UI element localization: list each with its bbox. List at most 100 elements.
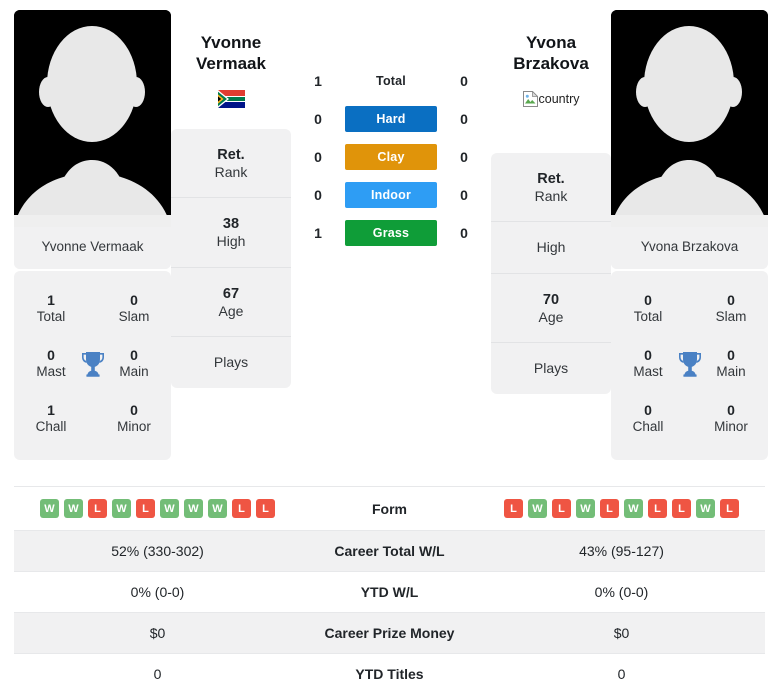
table-row-prize: $0 Career Prize Money $0 [14,612,765,653]
left-name-column: Yvonne Vermaak Ret. Rank 38 High 67 Age … [171,10,291,388]
form-badge: W [576,499,595,518]
right-ytd-titles-value: 0 [617,666,626,682]
right-titles-total: 0 Total [625,292,671,326]
surface-row-hard: 0 Hard 0 [291,106,491,132]
left-titles-card: 1 Total 0 Slam 0 Mast 0 Main 1 Chall 0 M… [14,271,171,461]
trophy-icon [76,350,110,377]
surface-label-total: Total [376,74,406,88]
left-titles-mast: 0 Mast [28,347,74,381]
table-label-career-wl: Career Total W/L [334,543,445,559]
right-titles-slam-value: 0 [727,291,735,308]
right-titles-slam-label: Slam [715,309,747,324]
surface-row-grass: 1 Grass 0 [291,220,491,246]
left-rank-current: Ret. Rank [171,129,291,198]
left-player-photo-card: Yvonne Vermaak [14,10,171,270]
right-titles-minor-value: 0 [727,401,735,418]
flag-icon [217,89,245,108]
broken-image-icon: country [522,90,580,107]
surface-badge-hard[interactable]: Hard [345,106,437,132]
person-silhouette-icon [14,10,171,227]
left-rank-card: Ret. Rank 38 High 67 Age Plays [171,128,291,388]
stats-table: WWLWLWWWLL Form LWLWLWLLWL 52% (330-302)… [14,486,765,694]
right-rank-age: 70 Age [491,272,611,343]
form-badge: L [504,499,523,518]
left-surface-hard-value: 0 [314,111,322,127]
surface-row-total: 1 Total 0 [291,68,491,94]
left-surface-clay-value: 0 [314,149,322,165]
form-badge: W [184,499,203,518]
right-titles-row-2: 0 Mast 0 Main [617,336,762,391]
surface-badge-indoor[interactable]: Indoor [345,182,437,208]
right-player-name[interactable]: Yvona Brzakova [491,32,611,75]
left-rank-age-label: Age [218,302,244,319]
left-titles-total-label: Total [36,309,66,324]
right-titles-row-3: 0 Chall 0 Minor [617,391,762,446]
surface-comparison-column: 1 Total 0 0 Hard 0 0 Clay 0 0 Indoor 0 1 [291,10,491,258]
left-titles-chall-value: 1 [47,401,55,418]
left-titles-row-2: 0 Mast 0 Main [20,336,165,391]
left-titles-total-value: 1 [47,291,55,308]
left-surface-grass-value: 1 [314,225,322,241]
left-rank-plays: Plays [171,336,291,388]
right-titles-mast: 0 Mast [625,347,671,381]
left-titles-minor-label: Minor [117,419,151,434]
player-comparison-page: Yvonne Vermaak 1 Total 0 Slam 0 Mast 0 M… [0,0,779,699]
right-player-photo-name: Yvona Brzakova [611,227,768,270]
left-player-photo [14,10,171,227]
right-titles-card: 0 Total 0 Slam 0 Mast 0 Main 0 Chall 0 M… [611,271,768,461]
right-player-first-name: Yvona [525,33,577,52]
person-silhouette-icon [611,10,768,227]
left-titles-slam-value: 0 [130,291,138,308]
left-titles-row-3: 1 Chall 0 Minor [20,391,165,446]
right-rank-plays-label: Plays [533,360,569,377]
form-badge: L [136,499,155,518]
right-rank-card: Ret. Rank High 70 Age Plays [491,152,611,394]
form-badge: W [160,499,179,518]
table-row-form: WWLWLWWWLL Form LWLWLWLLWL [14,486,765,530]
form-badge: L [720,499,739,518]
form-badge: L [600,499,619,518]
left-rank-high-label: High [216,233,246,250]
right-surface-grass-value: 0 [460,225,468,241]
left-rank-age-value: 67 [222,285,240,302]
left-titles-main-value: 0 [130,346,138,363]
surface-badge-clay[interactable]: Clay [345,144,437,170]
left-player-name[interactable]: Yvonne Vermaak [171,32,291,75]
right-ytd-wl-value: 0% (0-0) [594,584,649,600]
right-country-flag-wrap: country [491,87,611,111]
left-player-first-name: Yvonne [200,33,262,52]
left-titles-chall: 1 Chall [28,402,74,436]
left-form-badges: WWLWLWWWLL [40,499,275,518]
right-player-photo [611,10,768,227]
form-badge: L [256,499,275,518]
right-rank-current: Ret. Rank [491,153,611,222]
form-badge: W [624,499,643,518]
form-badge: W [528,499,547,518]
right-titles-chall: 0 Chall [625,402,671,436]
form-badge: L [88,499,107,518]
right-titles-total-value: 0 [644,291,652,308]
comparison-header: Yvonne Vermaak 1 Total 0 Slam 0 Mast 0 M… [0,0,779,461]
right-form-cell: LWLWLWLLWL [478,499,765,518]
table-label-ytd-wl: YTD W/L [360,584,419,600]
right-titles-main-label: Main [716,364,746,379]
table-row-ytd-wl: 0% (0-0) YTD W/L 0% (0-0) [14,571,765,612]
form-badge: W [64,499,83,518]
right-titles-row-1: 0 Total 0 Slam [617,281,762,336]
left-titles-mast-label: Mast [36,364,66,379]
right-rank-age-label: Age [538,308,564,325]
left-player-last-name: Vermaak [196,54,266,74]
surface-badge-grass[interactable]: Grass [345,220,437,246]
right-titles-chall-label: Chall [632,419,664,434]
left-player-panel: Yvonne Vermaak 1 Total 0 Slam 0 Mast 0 M… [14,10,171,461]
left-surface-indoor-value: 0 [314,187,322,203]
form-badge: W [696,499,715,518]
right-prize-value: $0 [613,625,630,641]
left-rank-age: 67 Age [171,266,291,337]
left-titles-slam: 0 Slam [111,292,157,326]
right-titles-main-value: 0 [727,346,735,363]
left-titles-total: 1 Total [28,292,74,326]
left-titles-row-1: 1 Total 0 Slam [20,281,165,336]
left-rank-plays-label: Plays [213,354,249,371]
right-titles-minor: 0 Minor [708,402,754,436]
